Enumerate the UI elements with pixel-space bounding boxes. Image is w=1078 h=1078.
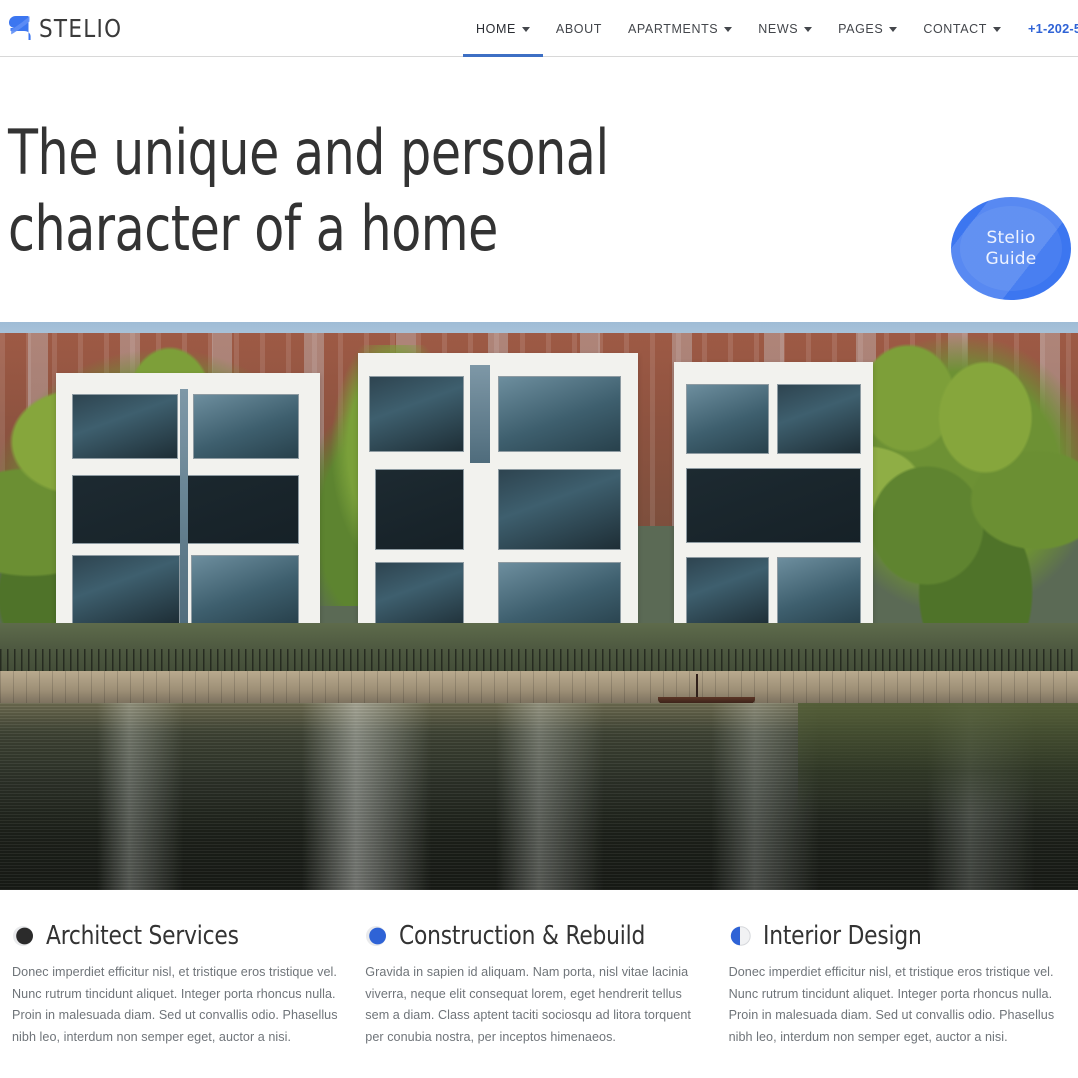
logo-text: STELIO bbox=[39, 13, 123, 43]
nav-item-home[interactable]: HOME bbox=[463, 0, 543, 57]
circle-blue-icon bbox=[365, 925, 387, 947]
stelio-s-mark-icon bbox=[8, 15, 32, 41]
service-title: Construction & Rebuild bbox=[399, 921, 646, 951]
badge-label: Stelio Guide bbox=[986, 228, 1037, 270]
nav-item-pages-label: PAGES bbox=[838, 21, 884, 36]
nav-item-apartments-label: APARTMENTS bbox=[627, 21, 719, 36]
nav-item-home-label: HOME bbox=[476, 21, 516, 36]
logo[interactable]: STELIO bbox=[8, 0, 136, 56]
slider-image bbox=[0, 322, 1078, 890]
service-card-construction: Construction & Rebuild Gravida in sapien… bbox=[359, 921, 718, 1048]
service-title: Interior Design bbox=[762, 921, 922, 951]
service-card-interior: Interior Design Donec imperdiet efficitu… bbox=[719, 921, 1078, 1048]
nav-item-contact[interactable]: CONTACT bbox=[910, 0, 1014, 57]
nav-item-about[interactable]: ABOUT bbox=[543, 0, 615, 57]
service-description: Donec imperdiet efficitur nisl, et trist… bbox=[12, 965, 338, 1044]
site-header: STELIO HOME ABOUT APARTMENTS NEWS PAGES … bbox=[0, 0, 1078, 57]
nav-item-pages[interactable]: PAGES bbox=[825, 0, 910, 57]
chevron-down-icon bbox=[804, 26, 813, 32]
building-center bbox=[357, 353, 639, 643]
circle-half-blue-icon bbox=[729, 925, 751, 947]
service-card-header: Interior Design bbox=[729, 921, 1064, 951]
chevron-down-icon bbox=[724, 26, 733, 32]
nav-item-contact-label: CONTACT bbox=[923, 21, 987, 36]
main-navigation: HOME ABOUT APARTMENTS NEWS PAGES CONTACT… bbox=[463, 0, 1078, 57]
service-card-architect: Architect Services Donec imperdiet effic… bbox=[0, 921, 359, 1048]
service-title: Architect Services bbox=[46, 921, 239, 951]
nav-item-news[interactable]: NEWS bbox=[745, 0, 825, 57]
badge-label-line1: Stelio bbox=[986, 227, 1036, 248]
hero-section: The unique and personal character of a h… bbox=[0, 57, 1078, 322]
embankment-wall bbox=[0, 671, 1078, 703]
services-section: Architect Services Donec imperdiet effic… bbox=[0, 890, 1078, 1048]
service-card-header: Construction & Rebuild bbox=[365, 921, 704, 951]
page-title: The unique and personal character of a h… bbox=[8, 116, 609, 265]
phone-link[interactable]: +1-202-555-0171 bbox=[1014, 21, 1078, 36]
hero-slider[interactable] bbox=[0, 322, 1078, 890]
chevron-down-icon bbox=[521, 26, 530, 32]
circle-dark-icon bbox=[12, 925, 34, 947]
service-card-header: Architect Services bbox=[12, 921, 345, 951]
building-right bbox=[673, 361, 874, 641]
badge-label-line2: Guide bbox=[985, 248, 1037, 269]
service-description: Donec imperdiet efficitur nisl, et trist… bbox=[728, 965, 1055, 1044]
building-left bbox=[56, 373, 321, 641]
water-green-tint bbox=[797, 702, 1078, 817]
chevron-down-icon bbox=[889, 26, 898, 32]
nav-item-about-label: ABOUT bbox=[555, 21, 602, 36]
service-description: Gravida in sapien id aliquam. Nam porta,… bbox=[365, 965, 691, 1044]
fence-railing bbox=[0, 648, 1078, 673]
chevron-down-icon bbox=[993, 26, 1001, 32]
nav-item-apartments[interactable]: APARTMENTS bbox=[615, 0, 745, 57]
stelio-guide-badge[interactable]: Stelio Guide bbox=[951, 197, 1071, 300]
nav-item-news-label: NEWS bbox=[758, 21, 799, 36]
